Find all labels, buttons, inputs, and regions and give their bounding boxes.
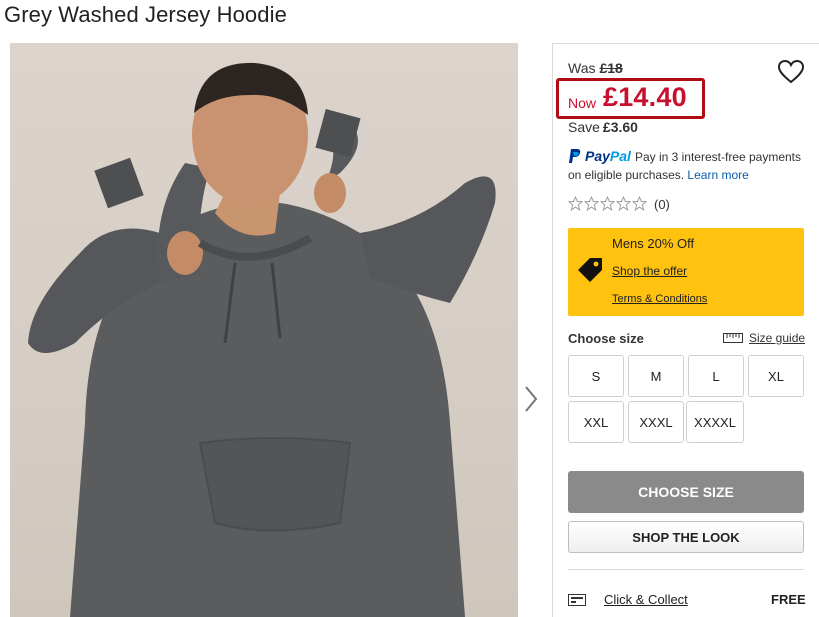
was-label: Was (568, 60, 596, 76)
promo-offer-box: Mens 20% Off Shop the offer Terms & Cond… (568, 228, 804, 316)
was-price: Was £18 (568, 60, 623, 76)
learn-more-link[interactable]: Learn more (687, 168, 748, 182)
chevron-right-icon[interactable] (520, 383, 542, 415)
ruler-icon (723, 332, 743, 343)
size-option-m[interactable]: M (628, 355, 684, 397)
star-icon (600, 196, 615, 211)
size-option-xxxxl[interactable]: XXXXL (686, 401, 744, 443)
star-icon (616, 196, 631, 211)
product-image[interactable] (10, 43, 518, 617)
shop-offer-link[interactable]: Shop the offer (612, 264, 687, 278)
review-count: (0) (654, 197, 670, 212)
save-label: Save (568, 119, 600, 135)
star-icon (632, 196, 647, 211)
paypal-logo: PayPal (585, 148, 631, 164)
save-amount: Save £3.60 (568, 119, 638, 135)
click-collect-price: FREE (771, 592, 806, 607)
size-guide-link[interactable]: Size guide (723, 331, 805, 345)
rating-stars (568, 196, 648, 212)
heart-icon[interactable] (777, 59, 805, 84)
size-option-l[interactable]: L (688, 355, 744, 397)
star-icon (584, 196, 599, 211)
terms-link[interactable]: Terms & Conditions (612, 293, 707, 305)
product-title: Grey Washed Jersey Hoodie (4, 2, 287, 27)
now-label: Now (568, 95, 597, 111)
choose-size-button[interactable]: CHOOSE SIZE (568, 471, 804, 513)
paypal-icon (568, 148, 582, 164)
star-icon (568, 196, 583, 211)
size-option-xxl[interactable]: XXL (568, 401, 624, 443)
offer-title: Mens 20% Off (612, 236, 695, 251)
now-price: £14.40 (603, 82, 687, 112)
was-value: £18 (599, 60, 623, 76)
choose-size-label: Choose size (568, 331, 644, 346)
divider (568, 569, 804, 570)
save-value: £3.60 (602, 119, 638, 135)
size-option-s[interactable]: S (568, 355, 624, 397)
model-illustration (28, 62, 496, 617)
size-option-xl[interactable]: XL (748, 355, 804, 397)
store-icon (568, 593, 586, 606)
price-tag-icon (576, 256, 604, 282)
paypal-message: PayPal Pay in 3 interest-free payments on… (568, 147, 813, 184)
shop-the-look-button[interactable]: SHOP THE LOOK (568, 521, 804, 553)
click-collect-link[interactable]: Click & Collect (604, 592, 688, 607)
rating[interactable]: (0) (568, 196, 670, 212)
size-option-xxxl[interactable]: XXXL (628, 401, 684, 443)
